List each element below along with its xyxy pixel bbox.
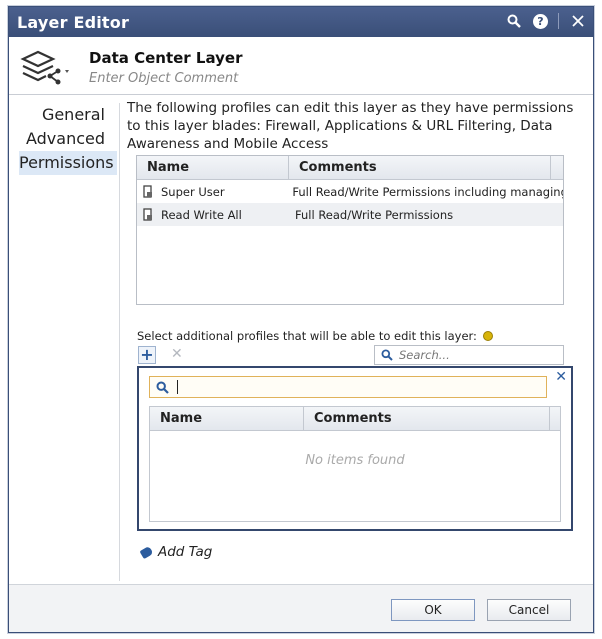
- column-comments[interactable]: Comments: [304, 407, 550, 430]
- title-bar: Layer Editor ?: [9, 7, 593, 37]
- nav-item-advanced[interactable]: Advanced: [9, 127, 117, 151]
- table-row[interactable]: Read Write All Full Read/Write Permissio…: [137, 203, 563, 226]
- search-placeholder: Search...: [399, 348, 450, 362]
- title-tools: ?: [505, 12, 587, 30]
- profile-search-input[interactable]: Search...: [374, 345, 564, 365]
- permissions-description: The following profiles can edit this lay…: [127, 100, 574, 152]
- text-caret: [177, 380, 178, 394]
- user-icon: [143, 185, 153, 198]
- row-name: Super User: [161, 184, 225, 199]
- profile-picker-popup: ✕ Name Comments No items found: [137, 366, 573, 531]
- popup-table: Name Comments No items found: [149, 406, 561, 522]
- nav-item-permissions[interactable]: Permissions: [19, 151, 117, 175]
- close-icon[interactable]: ✕: [555, 369, 567, 385]
- title-separator: [558, 13, 559, 29]
- user-icon: [143, 208, 153, 221]
- column-comments[interactable]: Comments: [289, 156, 551, 179]
- table-row[interactable]: Super User Full Read/Write Permissions i…: [137, 180, 563, 203]
- plus-icon: +: [140, 345, 154, 364]
- dialog-footer: OK Cancel: [9, 584, 593, 632]
- select-label-text: Select additional profiles that will be …: [137, 329, 477, 343]
- column-name[interactable]: Name: [137, 156, 289, 179]
- empty-state: No items found: [305, 453, 405, 468]
- cancel-button[interactable]: Cancel: [487, 599, 571, 621]
- search-icon: [381, 349, 393, 361]
- column-name[interactable]: Name: [150, 407, 304, 430]
- layers-icon[interactable]: [19, 45, 71, 89]
- object-comment-field[interactable]: Enter Object Comment: [89, 71, 238, 86]
- object-name[interactable]: Data Center Layer: [89, 49, 242, 67]
- layer-editor-window: Layer Editor ? Data Center Layer Enter O…: [8, 6, 594, 633]
- nav-item-general[interactable]: General: [9, 103, 117, 127]
- tag-icon: [139, 545, 154, 559]
- search-icon[interactable]: [505, 12, 523, 30]
- bulb-icon[interactable]: [482, 331, 493, 341]
- row-comment: Full Read/Write Permissions: [295, 207, 454, 222]
- popup-table-header: Name Comments: [150, 407, 560, 431]
- add-tag-link[interactable]: Add Tag: [139, 544, 213, 560]
- ok-button[interactable]: OK: [391, 599, 475, 621]
- remove-icon[interactable]: ✕: [171, 346, 183, 362]
- object-header: Data Center Layer Enter Object Comment: [9, 37, 593, 95]
- select-profiles-label: Select additional profiles that will be …: [137, 329, 493, 343]
- help-icon[interactable]: ?: [533, 13, 548, 29]
- permissions-panel: The following profiles can edit this lay…: [127, 99, 589, 153]
- add-tag-label: Add Tag: [158, 544, 213, 560]
- add-profile-button[interactable]: +: [138, 346, 156, 364]
- editor-nav: General Advanced Permissions: [9, 103, 117, 175]
- search-icon: [156, 380, 169, 394]
- nav-divider: [119, 103, 120, 581]
- row-comment: Full Read/Write Permissions including ma…: [292, 184, 563, 199]
- window-title: Layer Editor: [17, 12, 130, 32]
- row-name: Read Write All: [161, 207, 242, 222]
- popup-search-input[interactable]: [149, 376, 547, 398]
- profiles-table: Name Comments Super User Full Read/Write…: [136, 155, 564, 305]
- close-icon[interactable]: [569, 12, 587, 30]
- profiles-table-header: Name Comments: [137, 156, 563, 180]
